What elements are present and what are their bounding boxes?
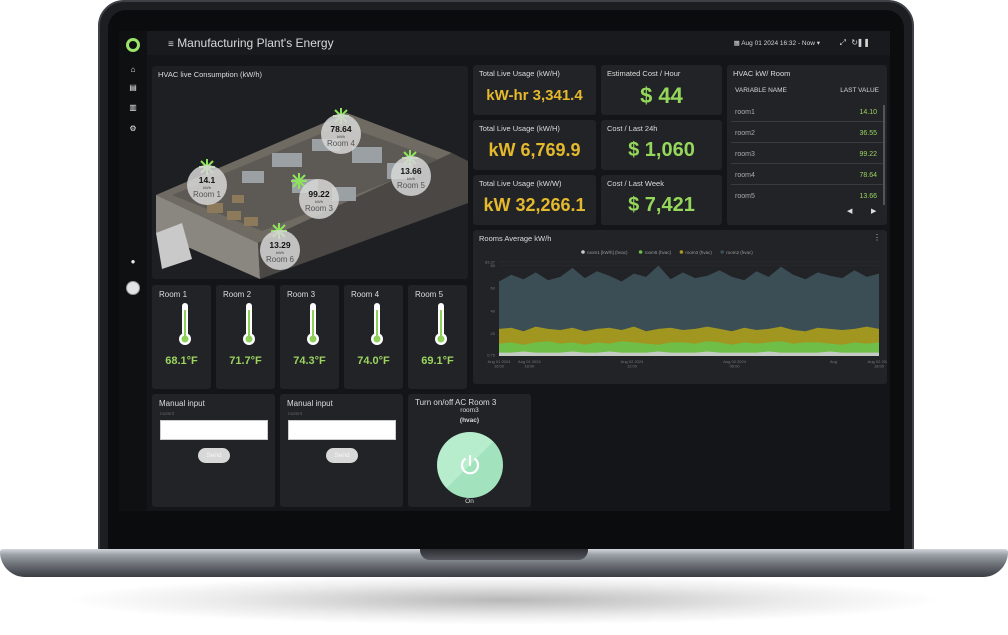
factory-icon[interactable]: ▤ (119, 83, 147, 93)
y-tick-label: 20 (491, 331, 496, 336)
kpi-card: Cost / Last Week $ 7,421 (601, 175, 722, 225)
next-page-icon[interactable]: ▶ (871, 207, 876, 215)
room-temp-card: Room 2 71.7°F (216, 285, 275, 389)
room-bubble[interactable]: 13.29 kWh Room 6 (260, 230, 300, 270)
room-bubble[interactable]: 14.1 kWh Room 1 (187, 165, 227, 205)
kpi-card: Total Live Usage (kW/H) kW-hr 3,341.4 (473, 65, 596, 115)
ac-toggle-widget: Turn on/off AC Room 3 room3 (hvac) On (408, 394, 531, 507)
area-chart[interactable]: room1 [kW/h] (hvac) room5 (hvac) room3 (hv… (473, 230, 887, 384)
table-scrollbar[interactable] (883, 105, 885, 205)
avatar[interactable] (126, 281, 140, 295)
legend-swatch (581, 250, 585, 254)
prev-page-icon[interactable]: ◀ (847, 207, 852, 215)
topbar: ≡ Manufacturing Plant's Energy ▦ Aug 01 … (147, 31, 890, 55)
thermometer-icon (435, 303, 447, 345)
sidebar: ⌂ ▤ ▥ ⚙ ● (119, 31, 147, 511)
legend-item[interactable]: room3 (hvac) (679, 250, 713, 255)
power-icon (460, 454, 480, 475)
laptop-shadow (60, 575, 948, 625)
home-icon[interactable]: ⌂ (119, 65, 147, 75)
kpi-card: Cost / Last 24h $ 1,060 (601, 120, 722, 170)
legend-swatch (679, 250, 684, 254)
manual-input-field[interactable] (160, 420, 268, 440)
manual-input-field[interactable] (288, 420, 396, 440)
room-temp-card: Room 5 69.1°F (408, 285, 467, 389)
table-row[interactable]: room4 78.64 (731, 165, 885, 185)
legend-label: room1 [kW/h] (hvac) (587, 250, 628, 255)
hvac-table-widget: HVAC kW/ Room VARIABLE NAME LAST VALUE r… (727, 65, 887, 225)
dashboard-screen: ⌂ ▤ ▥ ⚙ ● ≡ Manufacturing Plant's Energy… (119, 31, 890, 511)
y-tick-label: 0.75 (487, 353, 496, 358)
legend-swatch (638, 250, 643, 254)
x-tick-label: Aug 02 2024 12:00 (621, 359, 644, 369)
column-header-value[interactable]: LAST VALUE (840, 87, 879, 94)
date-range-picker[interactable]: ▦ Aug 01 2024 16:32 - Now ▾ (734, 39, 820, 47)
table-row[interactable]: room3 99.22 (731, 144, 885, 164)
legend-label: room2 (hvac) (726, 250, 753, 255)
room-temp-card: Room 4 74.0°F (344, 285, 403, 389)
folder-icon[interactable]: ▥ (119, 103, 147, 113)
legend-label: room5 (hvac) (645, 250, 672, 255)
legend-item[interactable]: room5 (hvac) (638, 250, 672, 255)
room-temp-card: Room 1 68.1°F (152, 285, 211, 389)
thermometer-icon (307, 303, 319, 345)
pause-icon[interactable]: ❚❚ (857, 38, 870, 47)
y-tick-label: 40 (491, 308, 496, 313)
legend-label: room3 (hvac) (685, 250, 712, 255)
kpi-card: Estimated Cost / Hour $ 44 (601, 65, 722, 115)
rooms-average-chart-widget: Rooms Average kW/h ⋮ room1 [kW/h] (hvac)… (473, 230, 887, 384)
menu-icon[interactable]: ≡ (168, 39, 174, 50)
room-temp-card: Room 3 74.3°F (280, 285, 339, 389)
x-tick-label: Aug 02 202418:00 (868, 359, 887, 369)
chart-legend: room1 [kW/h] (hvac) room5 (hvac) room3 (hv… (581, 250, 753, 255)
gear-icon[interactable]: ⚙ (119, 124, 147, 134)
power-toggle-button[interactable] (437, 432, 503, 498)
legend-item[interactable]: room1 [kW/h] (hvac) (581, 250, 628, 255)
kpi-card: Total Live Usage (kW/H) kW 6,769.9 (473, 120, 596, 170)
table-row[interactable]: room2 36.55 (731, 123, 885, 143)
kpi-card: Total Live Usage (kW/W) kW 32,266.1 (473, 175, 596, 225)
send-button[interactable]: Send (326, 448, 358, 463)
legend-item[interactable]: room2 (hvac) (720, 250, 753, 255)
thermometer-icon (243, 303, 255, 345)
logo-icon[interactable] (126, 38, 140, 52)
x-tick-label: Aug 01 2024 18:00 (518, 359, 541, 369)
send-button[interactable]: Send (198, 448, 230, 463)
toggle-state: On (465, 498, 474, 505)
widget-title: HVAC live Consumption (kW/h) (158, 70, 263, 79)
laptop-notch (420, 549, 588, 560)
x-tick-label: Aug (830, 359, 837, 364)
x-tick-label: Aug 01 2024 16:00 (488, 359, 511, 369)
room-bubble[interactable]: 78.64 kWh Room 4 (321, 114, 361, 154)
bell-icon[interactable]: ● (119, 257, 147, 267)
y-tick-label: 60 (491, 286, 496, 291)
manual-input-widget: Manual input roomr4 Send (280, 394, 403, 507)
thermometer-icon (179, 303, 191, 345)
table-row[interactable]: room1 14.10 (731, 102, 885, 122)
room-bubble[interactable]: 99.22 kWh Room 3 (299, 179, 339, 219)
table-row[interactable]: room5 13.66 (731, 186, 885, 206)
widget-title: HVAC kW/ Room (733, 69, 791, 78)
x-tick-label: Aug 02 2024 06:00 (723, 359, 746, 369)
manual-input-widget: Manual input roomr2 Send (152, 394, 275, 507)
column-header-name[interactable]: VARIABLE NAME (735, 87, 787, 94)
y-tick-label: 83.37 (485, 259, 496, 264)
legend-swatch (720, 250, 724, 254)
room-bubble[interactable]: 13.66 kWh Room 5 (391, 156, 431, 196)
fullscreen-icon[interactable]: ⤢ (840, 38, 846, 48)
thermometer-icon (371, 303, 383, 345)
page-title: ≡ Manufacturing Plant's Energy (168, 36, 334, 50)
